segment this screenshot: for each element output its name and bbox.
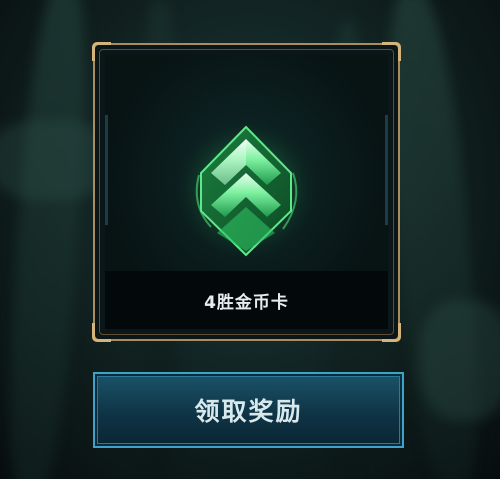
card-side-accent bbox=[105, 115, 108, 225]
background-foliage bbox=[0, 0, 97, 479]
background-foliage bbox=[420, 300, 500, 420]
claim-reward-label: 领取奖励 bbox=[194, 397, 303, 426]
reward-card-body: 4胜金币卡 bbox=[105, 55, 388, 329]
claim-reward-button[interactable]: 领取奖励 bbox=[93, 372, 404, 448]
card-side-accent bbox=[385, 115, 388, 225]
card-label-bar: 4胜金币卡 bbox=[105, 271, 388, 329]
green-chevron-rank-emblem-icon bbox=[174, 118, 318, 262]
reward-card: 4胜金币卡 bbox=[92, 42, 401, 342]
reward-card-name: 4胜金币卡 bbox=[204, 292, 289, 313]
reward-popup-scene: 4胜金币卡 领取奖励 bbox=[0, 0, 500, 479]
